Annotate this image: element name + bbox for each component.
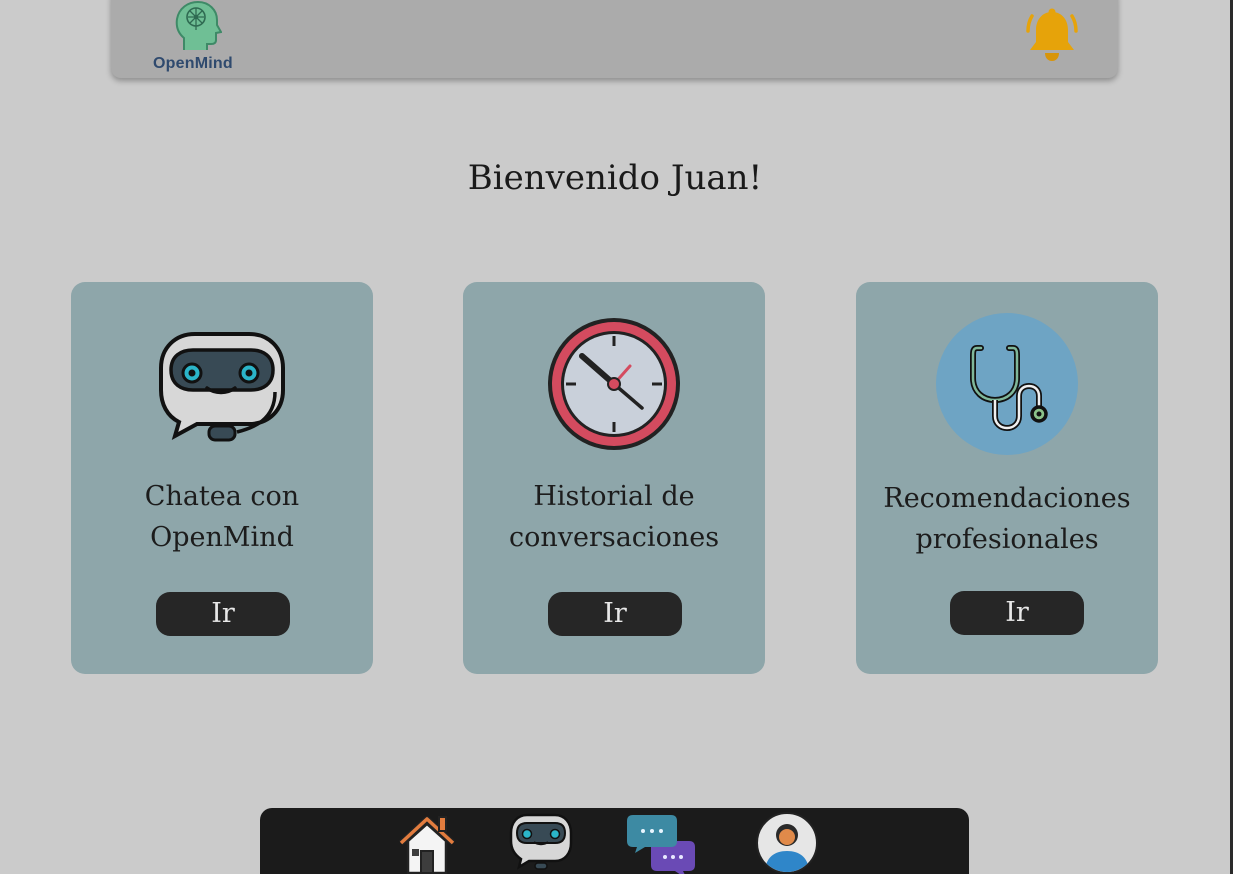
card-history: Historial de conversaciones Ir <box>463 282 765 674</box>
bell-icon <box>1026 8 1078 61</box>
notifications-button[interactable] <box>1024 6 1080 64</box>
user-profile-icon <box>756 812 818 874</box>
bottom-nav <box>260 808 969 874</box>
card-chat: Chatea con OpenMind Ir <box>71 282 373 674</box>
card-recommendations-title-line1: Recomendaciones <box>883 483 1131 514</box>
brain-head-logo-icon <box>175 0 222 50</box>
clock-icon <box>548 318 680 450</box>
logo-text: OpenMind <box>153 55 233 72</box>
robot-chat-icon <box>159 332 285 442</box>
history-go-button[interactable]: Ir <box>548 592 682 636</box>
card-recommendations: Recomendaciones profesionales Ir <box>856 282 1158 674</box>
chat-go-button[interactable]: Ir <box>156 592 290 636</box>
nav-profile[interactable] <box>755 811 819 874</box>
card-recommendations-title-line2: profesionales <box>915 524 1099 555</box>
openmind-logo[interactable]: OpenMind <box>150 0 246 76</box>
recommendations-go-button[interactable]: Ir <box>950 591 1084 635</box>
nav-chatbot[interactable] <box>509 811 573 874</box>
card-chat-title-line1: Chatea con <box>144 481 300 512</box>
card-chat-title-line2: OpenMind <box>150 522 294 553</box>
card-history-title-line1: Historial de <box>533 481 695 512</box>
nav-home[interactable] <box>395 811 459 874</box>
nav-messages[interactable] <box>627 811 695 874</box>
home-icon <box>398 816 456 874</box>
chat-bubbles-icon <box>627 815 695 874</box>
header-bar <box>111 0 1118 78</box>
stethoscope-icon <box>936 313 1078 455</box>
page-title: Bienvenido Juan! <box>467 158 763 198</box>
robot-icon <box>509 813 573 870</box>
card-history-title-line2: conversaciones <box>508 522 720 553</box>
